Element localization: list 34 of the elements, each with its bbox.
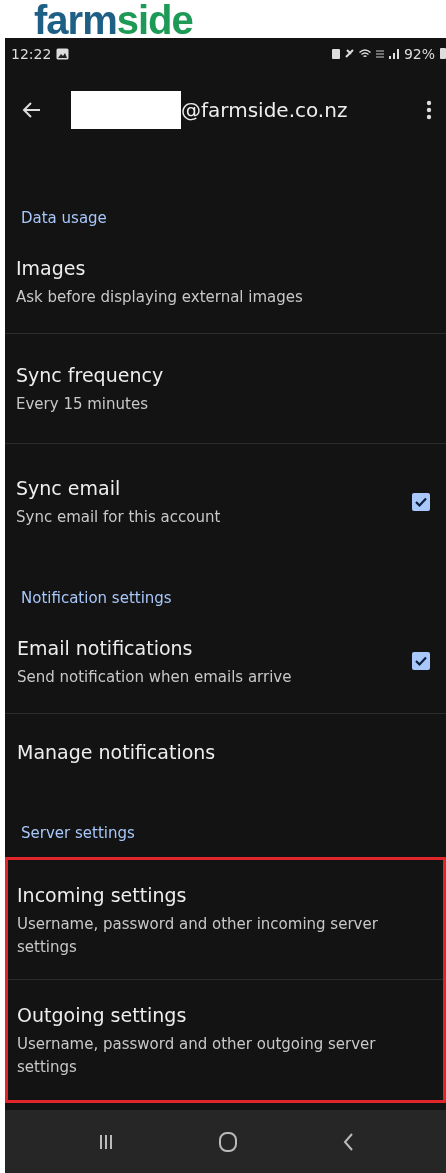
home-icon[interactable] — [219, 1131, 238, 1152]
setting-description: Sync email for this account — [16, 507, 222, 529]
section-header: Data usage — [21, 209, 107, 228]
section-header: Notification settings — [21, 589, 172, 608]
setting-description: Username, password and other incoming server settings — [17, 913, 379, 958]
status-time: 12:22 — [11, 45, 52, 62]
back-icon[interactable] — [21, 100, 41, 119]
setting-description: Username, password and other outgoing server settings — [17, 1034, 377, 1079]
logo: farmside — [34, 2, 193, 38]
gallery-icon — [56, 47, 70, 60]
network-icon — [375, 49, 384, 58]
checkbox[interactable] — [412, 492, 430, 511]
section-header: Server settings — [21, 824, 135, 843]
more-options-icon[interactable] — [426, 99, 432, 120]
signal-icon — [388, 48, 399, 59]
mute-icon — [344, 49, 354, 59]
setting-title[interactable]: Email notifications — [17, 633, 412, 662]
battery-level: 92% — [403, 45, 435, 62]
checkbox[interactable] — [412, 652, 430, 671]
setting-title[interactable]: Incoming settings — [17, 880, 427, 909]
account-email: @farmside.co.nz — [181, 97, 348, 122]
setting-title[interactable]: Sync email — [16, 474, 412, 503]
back-icon[interactable] — [343, 1132, 354, 1151]
wifi-icon — [358, 49, 371, 59]
setting-title[interactable]: Manage notifications — [17, 737, 430, 766]
setting-title[interactable]: Sync frequency — [16, 361, 430, 390]
setting-title[interactable]: Outgoing settings — [17, 1001, 427, 1030]
sim-icon — [331, 48, 340, 59]
setting-title[interactable]: Images — [16, 253, 430, 282]
setting-description: Every 15 minutes — [16, 394, 149, 416]
setting-description: Send notification when emails arrive — [17, 666, 293, 688]
battery-icon — [440, 48, 446, 60]
recent-apps-icon[interactable] — [97, 1133, 114, 1150]
setting-description: Ask before displaying external images — [16, 286, 304, 308]
